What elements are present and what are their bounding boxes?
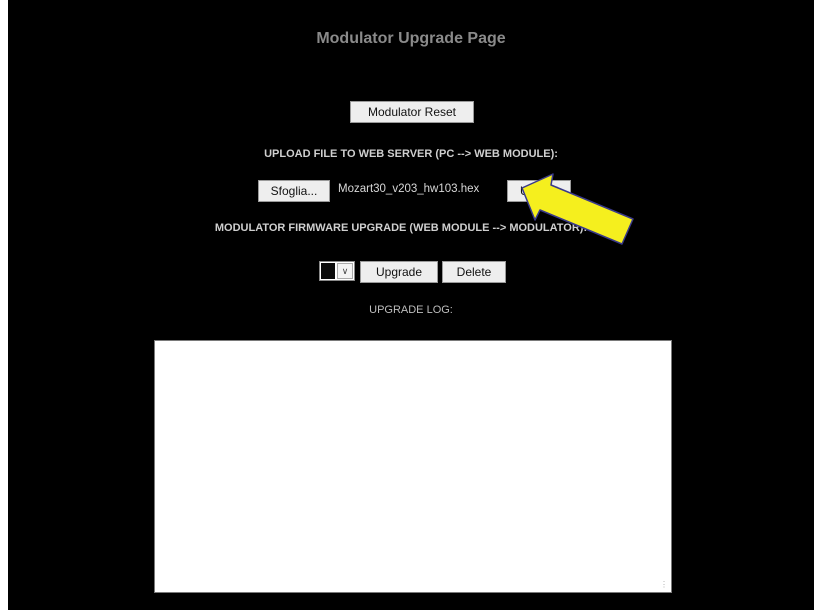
chevron-down-icon[interactable]: ∨ (337, 263, 353, 279)
upgrade-log-heading: UPGRADE LOG: (369, 304, 453, 316)
resize-grip-icon[interactable]: ⋮ (660, 581, 668, 589)
upload-heading: UPLOAD FILE TO WEB SERVER (PC --> WEB MO… (264, 148, 558, 160)
delete-button[interactable]: Delete (442, 261, 506, 283)
page-frame: Modulator Upgrade Page Modulator Reset U… (8, 0, 814, 610)
selected-file-name: Mozart30_v203_hw103.hex (338, 183, 480, 195)
upgrade-button[interactable]: Upgrade (360, 261, 438, 283)
firmware-select-value (321, 263, 335, 279)
browse-button[interactable]: Sfoglia... (258, 180, 330, 202)
firmware-file-select[interactable]: ∨ (319, 261, 355, 281)
modulator-reset-button[interactable]: Modulator Reset (350, 101, 474, 123)
upgrade-log-textarea[interactable]: ⋮ (154, 340, 672, 593)
upload-button[interactable]: Upload (507, 180, 571, 202)
page-title: Modulator Upgrade Page (316, 30, 506, 47)
firmware-upgrade-heading: MODULATOR FIRMWARE UPGRADE (WEB MODULE -… (214, 222, 588, 234)
